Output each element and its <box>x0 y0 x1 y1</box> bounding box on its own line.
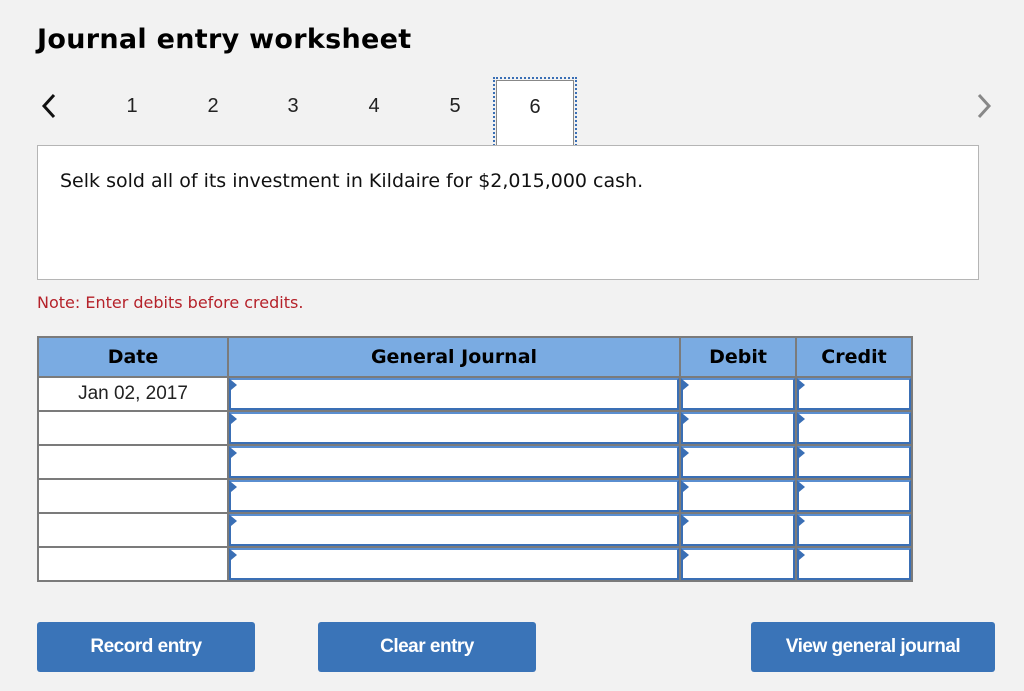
clear-entry-button[interactable]: Clear entry <box>318 622 536 672</box>
date-cell <box>37 444 229 480</box>
account-cell <box>227 410 681 446</box>
credit-input[interactable] <box>797 378 911 410</box>
debit-input[interactable] <box>681 378 795 410</box>
account-input[interactable] <box>229 514 679 546</box>
account-cell <box>227 444 681 480</box>
table-row: Jan 02, 2017 <box>37 376 913 412</box>
pager: 1 2 3 4 5 6 <box>0 77 1024 150</box>
account-cell <box>227 376 681 412</box>
debit-input[interactable] <box>681 514 795 546</box>
column-header-date: Date <box>37 336 229 378</box>
credit-cell <box>795 546 913 582</box>
page-title: Journal entry worksheet <box>37 24 412 55</box>
credit-input[interactable] <box>797 412 911 444</box>
debit-input[interactable] <box>681 446 795 478</box>
credit-cell <box>795 478 913 514</box>
instruction-note: Note: Enter debits before credits. <box>37 293 304 312</box>
date-cell <box>37 478 229 514</box>
table-row <box>37 478 913 514</box>
page-tab-4[interactable]: 4 <box>359 92 389 120</box>
table-row <box>37 410 913 446</box>
debit-input[interactable] <box>681 548 795 580</box>
debit-cell <box>679 376 797 412</box>
page-tab-5[interactable]: 5 <box>440 92 470 120</box>
table-row <box>37 512 913 548</box>
account-cell <box>227 478 681 514</box>
account-input[interactable] <box>229 378 679 410</box>
credit-input[interactable] <box>797 446 911 478</box>
view-general-journal-button[interactable]: View general journal <box>751 622 995 672</box>
table-row <box>37 546 913 582</box>
account-cell <box>227 546 681 582</box>
page-tab-1[interactable]: 1 <box>117 92 147 120</box>
column-header-general-journal: General Journal <box>227 336 681 378</box>
credit-input[interactable] <box>797 514 911 546</box>
transaction-prompt-box: Selk sold all of its investment in Kilda… <box>37 145 979 280</box>
debit-cell <box>679 478 797 514</box>
page-tab-2[interactable]: 2 <box>198 92 228 120</box>
account-input[interactable] <box>229 480 679 512</box>
record-entry-button[interactable]: Record entry <box>37 622 255 672</box>
account-input[interactable] <box>229 446 679 478</box>
credit-cell <box>795 512 913 548</box>
chevron-right-icon[interactable] <box>972 92 996 120</box>
credit-cell <box>795 376 913 412</box>
date-cell: Jan 02, 2017 <box>37 376 229 412</box>
journal-table: Date General Journal Debit Credit Jan 02… <box>37 336 913 582</box>
page-tab-6[interactable]: 6 <box>493 77 577 149</box>
credit-input[interactable] <box>797 480 911 512</box>
table-row <box>37 444 913 480</box>
credit-cell <box>795 444 913 480</box>
debit-cell <box>679 546 797 582</box>
page-tab-3[interactable]: 3 <box>278 92 308 120</box>
debit-cell <box>679 410 797 446</box>
chevron-left-icon[interactable] <box>38 92 62 120</box>
account-input[interactable] <box>229 412 679 444</box>
credit-cell <box>795 410 913 446</box>
debit-input[interactable] <box>681 412 795 444</box>
debit-cell <box>679 512 797 548</box>
table-header-row: Date General Journal Debit Credit <box>37 336 913 378</box>
column-header-credit: Credit <box>795 336 913 378</box>
date-cell <box>37 410 229 446</box>
date-cell <box>37 512 229 548</box>
debit-input[interactable] <box>681 480 795 512</box>
account-cell <box>227 512 681 548</box>
column-header-debit: Debit <box>679 336 797 378</box>
transaction-description: Selk sold all of its investment in Kilda… <box>60 170 644 192</box>
credit-input[interactable] <box>797 548 911 580</box>
date-cell <box>37 546 229 582</box>
debit-cell <box>679 444 797 480</box>
account-input[interactable] <box>229 548 679 580</box>
